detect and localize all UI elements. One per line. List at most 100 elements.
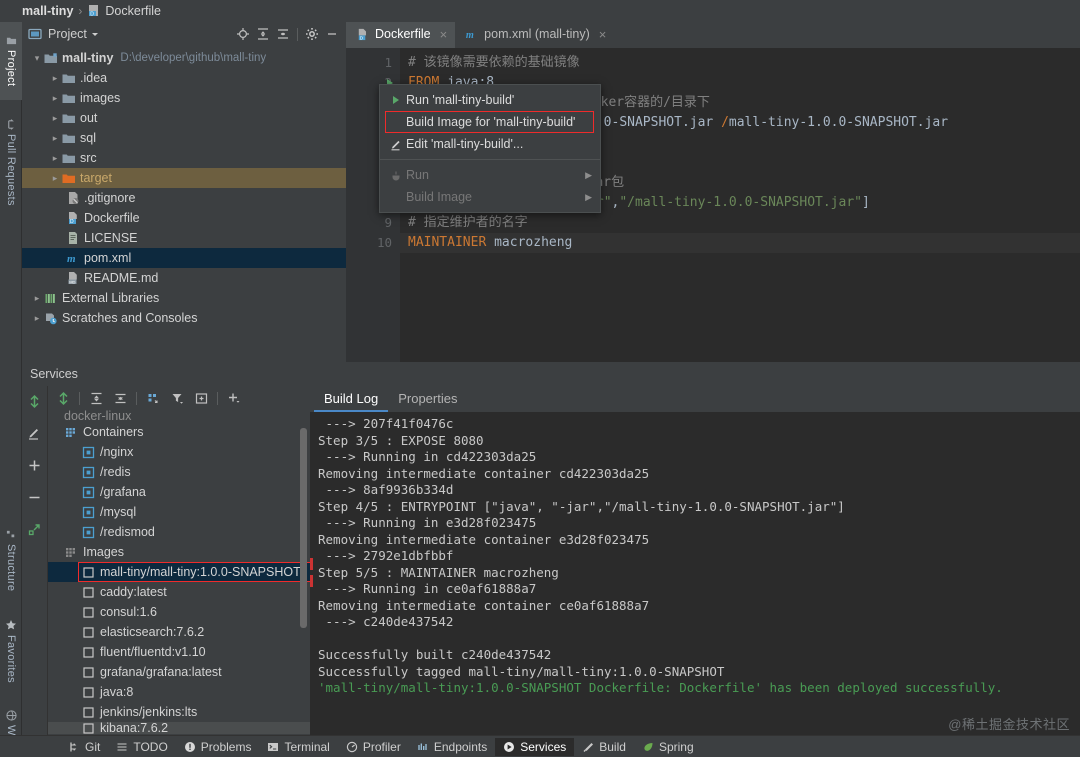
- menu-item-build-image[interactable]: Build Image ▶: [380, 186, 600, 208]
- tree-row-caddy-image[interactable]: caddy:latest: [48, 582, 310, 602]
- tree-row-license[interactable]: LICENSE: [22, 228, 346, 248]
- run-context-menu[interactable]: Run 'mall-tiny-build' Build Image for 'm…: [379, 84, 601, 213]
- breadcrumb-project[interactable]: mall-tiny: [22, 4, 73, 18]
- status-button-endpoints[interactable]: Endpoints: [409, 738, 495, 756]
- images-icon: [64, 545, 78, 559]
- add-icon[interactable]: [25, 456, 45, 474]
- tree-row-gitignore[interactable]: .gitignore: [22, 188, 346, 208]
- tree-row-scratches[interactable]: ▸ Scratches and Consoles: [22, 308, 346, 328]
- status-button-build[interactable]: Build: [574, 738, 634, 756]
- sidebar-item-favorites[interactable]: Favorites: [0, 608, 22, 694]
- tree-row-consul-image[interactable]: consul:1.6: [48, 602, 310, 622]
- chevron-right-icon[interactable]: ▸: [48, 173, 62, 184]
- tab-properties[interactable]: Properties: [388, 386, 467, 412]
- chevron-right-icon[interactable]: ▸: [48, 93, 62, 104]
- tree-row-redismod[interactable]: /redismod: [48, 522, 310, 542]
- run-deploy-icon[interactable]: [52, 388, 74, 408]
- project-tree[interactable]: ▾ mall-tiny D:\developer\github\mall-tin…: [22, 46, 346, 362]
- tab-pom-xml[interactable]: m pom.xml (mall-tiny) ×: [455, 22, 614, 48]
- menu-item-edit-mall-tiny-build[interactable]: Edit 'mall-tiny-build'...: [380, 133, 600, 155]
- folder-icon: [62, 132, 76, 145]
- tree-row-mall-tiny[interactable]: ▾ mall-tiny D:\developer\github\mall-tin…: [22, 48, 346, 68]
- tree-row-grafana-image[interactable]: grafana/grafana:latest: [48, 662, 310, 682]
- menu-item-run[interactable]: Run ▶: [380, 164, 600, 186]
- chevron-right-icon[interactable]: ▸: [48, 113, 62, 124]
- settings-gear-icon[interactable]: [302, 24, 322, 44]
- tree-row-kibana-image[interactable]: kibana:7.6.2: [48, 722, 310, 734]
- menu-item-build-image-for-mall-tiny-build[interactable]: Build Image for 'mall-tiny-build': [380, 111, 600, 133]
- tree-row-idea[interactable]: ▸ .idea: [22, 68, 346, 88]
- chevron-down-icon[interactable]: [87, 29, 103, 39]
- chevron-right-icon[interactable]: ▸: [48, 73, 62, 84]
- status-button-todo[interactable]: TODO: [108, 738, 175, 756]
- status-button-terminal[interactable]: Terminal: [259, 738, 337, 756]
- connect-icon[interactable]: [25, 392, 45, 410]
- expand-window-icon[interactable]: [25, 520, 45, 538]
- edit-icon[interactable]: [25, 424, 45, 442]
- filter-icon[interactable]: [166, 388, 188, 408]
- close-icon[interactable]: ×: [599, 27, 607, 42]
- tree-row-redis[interactable]: /redis: [48, 462, 310, 482]
- folder-icon: [62, 152, 76, 165]
- breadcrumb: mall-tiny › D Dockerfile: [0, 0, 1080, 22]
- tree-row-dockerfile[interactable]: D Dockerfile: [22, 208, 346, 228]
- breadcrumb-file[interactable]: Dockerfile: [105, 4, 161, 18]
- tree-row-external-libraries[interactable]: ▸ External Libraries: [22, 288, 346, 308]
- locate-icon[interactable]: [233, 24, 253, 44]
- tree-row-mysql[interactable]: /mysql: [48, 502, 310, 522]
- collapse-all-icon[interactable]: [109, 388, 131, 408]
- tree-row-out[interactable]: ▸ out: [22, 108, 346, 128]
- chevron-right-icon[interactable]: ▸: [48, 153, 62, 164]
- tree-row-target[interactable]: ▸ target: [22, 168, 346, 188]
- tree-row-readme[interactable]: MD README.md: [22, 268, 346, 288]
- chevron-right-icon[interactable]: ▸: [48, 133, 62, 144]
- tree-row-java-image[interactable]: java:8: [48, 682, 310, 702]
- status-button-services[interactable]: Services: [495, 737, 575, 756]
- tree-label-grafana: /grafana: [100, 485, 146, 499]
- tree-row-images[interactable]: ▸ images: [22, 88, 346, 108]
- add-frame-icon[interactable]: [190, 388, 212, 408]
- tree-row-nginx[interactable]: /nginx: [48, 442, 310, 462]
- remove-icon[interactable]: [25, 488, 45, 506]
- status-button-git[interactable]: Git: [60, 738, 108, 756]
- tree-row-images[interactable]: Images: [48, 542, 310, 562]
- tree-row-src[interactable]: ▸ src: [22, 148, 346, 168]
- sidebar-item-project[interactable]: Project: [0, 22, 22, 100]
- expand-all-icon[interactable]: [253, 24, 273, 44]
- chevron-right-icon[interactable]: ▸: [30, 293, 44, 304]
- collapse-all-icon[interactable]: [273, 24, 293, 44]
- tree-row-elasticsearch-image[interactable]: elasticsearch:7.6.2: [48, 622, 310, 642]
- sidebar-item-pull-requests[interactable]: Pull Requests: [0, 106, 22, 218]
- chevron-down-icon[interactable]: ▾: [30, 53, 44, 64]
- status-button-spring[interactable]: Spring: [634, 738, 702, 756]
- tree-row-grafana[interactable]: /grafana: [48, 482, 310, 502]
- expand-all-icon[interactable]: [85, 388, 107, 408]
- image-icon: [82, 706, 95, 719]
- hide-icon[interactable]: [322, 24, 342, 44]
- menu-item-edit-label: Edit 'mall-tiny-build'...: [406, 137, 524, 151]
- services-tree[interactable]: docker-linux Containers /nginx /redis /g…: [48, 410, 310, 735]
- tree-row-fluentd-image[interactable]: fluent/fluentd:v1.10: [48, 642, 310, 662]
- group-icon[interactable]: [142, 388, 164, 408]
- build-log-output[interactable]: ---> 207f41f0476c Step 3/5 : EXPOSE 8080…: [310, 412, 1080, 735]
- breadcrumb-separator: ›: [78, 4, 83, 18]
- plus-icon[interactable]: [223, 388, 245, 408]
- menu-item-run-mall-tiny-build[interactable]: Run 'mall-tiny-build': [380, 89, 600, 111]
- tab-dockerfile[interactable]: D Dockerfile ×: [346, 22, 456, 48]
- tree-label-caddy-image: caddy:latest: [100, 585, 167, 599]
- services-tree-scrollbar[interactable]: [300, 428, 307, 628]
- tab-build-log[interactable]: Build Log: [314, 386, 389, 412]
- status-button-profiler[interactable]: Profiler: [338, 738, 409, 756]
- sidebar-item-structure[interactable]: Structure: [0, 518, 22, 602]
- status-button-problems[interactable]: Problems: [176, 738, 260, 756]
- tree-row-mall-tiny-image[interactable]: mall-tiny/mall-tiny:1.0.0-SNAPSHOT: [48, 562, 310, 582]
- close-icon[interactable]: ×: [440, 27, 448, 42]
- tree-row-containers[interactable]: Containers: [48, 422, 310, 442]
- tree-row-jenkins-image[interactable]: jenkins/jenkins:lts: [48, 702, 310, 722]
- tree-row-docker-linux[interactable]: docker-linux: [48, 410, 310, 422]
- chevron-right-icon[interactable]: ▸: [30, 313, 44, 324]
- tree-row-pom-xml[interactable]: m pom.xml: [22, 248, 346, 268]
- dockerfile-icon: D: [87, 4, 101, 18]
- tree-row-sql[interactable]: ▸ sql: [22, 128, 346, 148]
- tree-label-mall-tiny: mall-tiny: [62, 51, 114, 65]
